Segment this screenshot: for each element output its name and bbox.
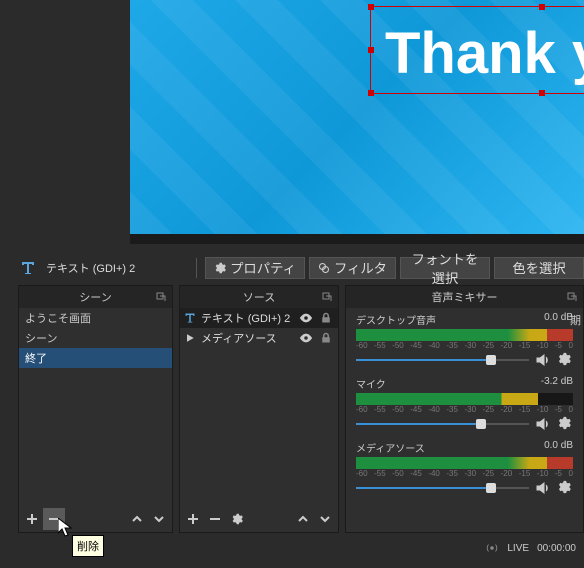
- speaker-icon[interactable]: [535, 416, 551, 432]
- channel-name: マイク: [356, 376, 386, 391]
- volume-slider[interactable]: [356, 416, 529, 432]
- remove-source-button[interactable]: [204, 508, 226, 530]
- visibility-icon[interactable]: [299, 331, 313, 345]
- cursor-icon: [58, 518, 72, 538]
- meter-ticks: -60-55-50-45-40-35-30-25-20-15-10-50: [356, 341, 573, 350]
- popout-icon[interactable]: [567, 292, 577, 302]
- properties-button[interactable]: プロパティ: [205, 257, 305, 279]
- selection-box[interactable]: [370, 6, 584, 94]
- channel-db: 0.0 dB: [544, 312, 573, 327]
- source-label: テキスト (GDI+) 2: [201, 310, 290, 326]
- meter-ticks: -60-55-50-45-40-35-30-25-20-15-10-50: [356, 405, 573, 414]
- handle-top-mid[interactable]: [539, 4, 545, 10]
- scenes-title: シーン: [79, 289, 111, 305]
- properties-label: プロパティ: [230, 258, 296, 277]
- mixer-channel: デスクトップ音声 0.0 dB -60-55-50-45-40-35-30-25-…: [346, 308, 583, 372]
- mixer-panel: 音声ミキサー デスクトップ音声 0.0 dB -60-55-50-45-40-35…: [345, 285, 584, 533]
- separator: [196, 258, 197, 278]
- add-source-button[interactable]: [182, 508, 204, 530]
- media-source-icon: [184, 332, 196, 344]
- handle-top-left[interactable]: [368, 4, 374, 10]
- gear-icon[interactable]: [557, 480, 573, 496]
- volume-slider[interactable]: [356, 352, 529, 368]
- mixer-channel: メディアソース 0.0 dB -60-55-50-45-40-35-30-25-2…: [346, 436, 583, 500]
- source-item[interactable]: メディアソース: [180, 328, 338, 348]
- text-source-icon: [18, 258, 38, 278]
- filters-label: フィルタ: [334, 258, 387, 277]
- sources-panel: ソース テキスト (GDI+) 2 メディアソース: [179, 285, 339, 533]
- mixer-channel: マイク -3.2 dB -60-55-50-45-40-35-30-25-20-1…: [346, 372, 583, 436]
- select-font-button[interactable]: フォントを選択: [400, 257, 490, 279]
- mixer-title: 音声ミキサー: [432, 289, 498, 305]
- preview-area[interactable]: Thank yo: [130, 0, 584, 244]
- live-time: 00:00:00: [537, 543, 576, 554]
- add-scene-button[interactable]: [21, 508, 43, 530]
- speaker-icon[interactable]: [535, 352, 551, 368]
- sources-footer: [180, 506, 338, 532]
- source-item[interactable]: テキスト (GDI+) 2: [180, 308, 338, 328]
- channel-db: 0.0 dB: [544, 440, 573, 455]
- handle-bottom-mid[interactable]: [539, 90, 545, 96]
- partial-panel-text: 期: [570, 312, 584, 328]
- scenes-header[interactable]: シーン: [19, 286, 172, 308]
- source-name-label: テキスト (GDI+) 2: [42, 260, 135, 276]
- volume-slider[interactable]: [356, 480, 529, 496]
- handle-bottom-left[interactable]: [368, 90, 374, 96]
- filters-button[interactable]: フィルタ: [309, 257, 396, 279]
- scene-item[interactable]: ようこそ画面: [19, 308, 172, 328]
- channel-name: デスクトップ音声: [356, 312, 436, 327]
- lock-icon[interactable]: [320, 312, 334, 324]
- meter-ticks: -60-55-50-45-40-35-30-25-20-15-10-50: [356, 469, 573, 478]
- sources-header[interactable]: ソース: [180, 286, 338, 308]
- scenes-panel: シーン ようこそ画面 シーン 終了: [18, 285, 173, 533]
- channel-db: -3.2 dB: [541, 376, 573, 391]
- scene-item[interactable]: シーン: [19, 328, 172, 348]
- text-source-icon: [184, 312, 196, 324]
- popout-icon[interactable]: [156, 292, 166, 302]
- select-color-button[interactable]: 色を選択: [494, 257, 584, 279]
- source-label: メディアソース: [201, 330, 277, 346]
- source-toolbar: テキスト (GDI+) 2 プロパティ フィルタ フォントを選択 色を選択: [18, 255, 584, 280]
- speaker-icon[interactable]: [535, 480, 551, 496]
- mixer-body: デスクトップ音声 0.0 dB -60-55-50-45-40-35-30-25-…: [346, 308, 583, 532]
- stream-indicator-icon: [485, 541, 499, 555]
- source-down-button[interactable]: [314, 508, 336, 530]
- scenes-footer: [19, 506, 172, 532]
- channel-name: メディアソース: [356, 440, 425, 455]
- vu-meter: [356, 463, 573, 469]
- gear-icon: [214, 262, 226, 274]
- gear-icon[interactable]: [557, 416, 573, 432]
- popout-icon[interactable]: [322, 292, 332, 302]
- source-properties-button[interactable]: [226, 508, 248, 530]
- visibility-icon[interactable]: [299, 311, 313, 325]
- vu-meter: [356, 399, 573, 405]
- gear-icon[interactable]: [557, 352, 573, 368]
- live-label: LIVE: [507, 543, 529, 554]
- scene-down-button[interactable]: [148, 508, 170, 530]
- sources-list[interactable]: テキスト (GDI+) 2 メディアソース: [180, 308, 338, 506]
- mixer-header[interactable]: 音声ミキサー: [346, 286, 583, 308]
- sources-title: ソース: [243, 289, 275, 305]
- preview-canvas[interactable]: Thank yo: [130, 0, 584, 234]
- handle-mid-left[interactable]: [368, 47, 374, 53]
- tooltip: 削除: [72, 535, 104, 557]
- filter-icon: [318, 262, 330, 274]
- source-up-button[interactable]: [292, 508, 314, 530]
- scene-item[interactable]: 終了: [19, 348, 172, 368]
- panels-row: シーン ようこそ画面 シーン 終了 ソース テキスト (GDI+) 2: [18, 285, 584, 533]
- scene-up-button[interactable]: [126, 508, 148, 530]
- scenes-list[interactable]: ようこそ画面 シーン 終了: [19, 308, 172, 506]
- vu-meter: [356, 335, 573, 341]
- lock-icon[interactable]: [320, 332, 334, 344]
